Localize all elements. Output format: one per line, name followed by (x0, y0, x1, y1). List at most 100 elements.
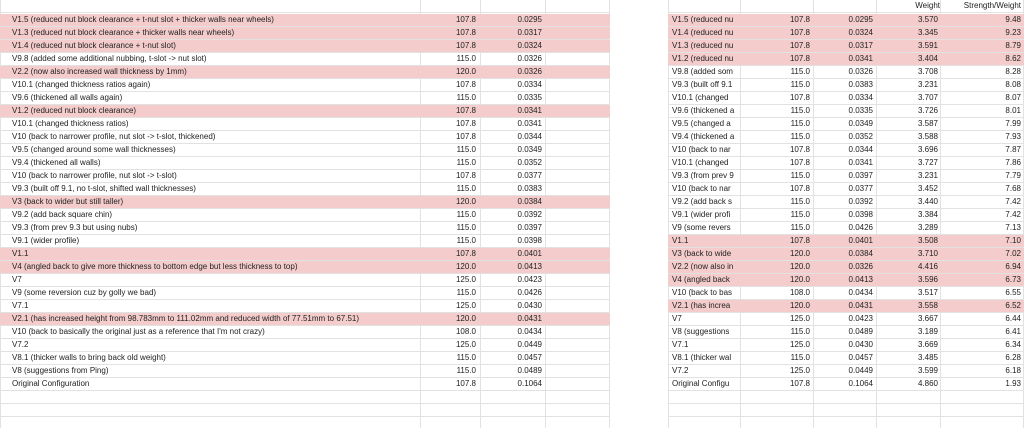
table-row[interactable]: V1.3 (reduced nu 107.8 0.0317 3.591 8.79 (668, 40, 1024, 53)
table-row[interactable]: V2.1 (has increa 120.0 0.0431 3.558 6.52 (668, 300, 1024, 313)
length-cell[interactable]: 107.8 (740, 235, 810, 247)
deflection-cell[interactable]: 0.0489 (813, 326, 873, 338)
version-description-cell[interactable]: V10.1 (changed (672, 157, 740, 169)
deflection-cell[interactable]: 0.0430 (813, 339, 873, 351)
table-row[interactable]: V7 125.0 0.0423 (0, 274, 610, 287)
strength-weight-cell[interactable]: 6.34 (940, 339, 1021, 351)
weight-cell[interactable]: 3.726 (876, 105, 938, 117)
length-cell[interactable]: 107.8 (420, 170, 476, 182)
length-cell[interactable]: 115.0 (420, 222, 476, 234)
length-cell[interactable]: 107.8 (740, 27, 810, 39)
version-description-cell[interactable]: V9.1 (wider profi (672, 209, 740, 221)
deflection-cell[interactable]: 0.0457 (813, 352, 873, 364)
weight-cell[interactable]: 3.517 (876, 287, 938, 299)
deflection-cell[interactable]: 0.0434 (813, 287, 873, 299)
length-cell[interactable]: 107.8 (420, 27, 476, 39)
version-description-cell[interactable]: V2.2 (now also increased wall thickness … (12, 66, 417, 78)
length-cell[interactable]: 115.0 (420, 144, 476, 156)
version-description-cell[interactable]: V7.1 (12, 300, 417, 312)
length-cell[interactable]: 115.0 (420, 365, 476, 377)
version-description-cell[interactable]: V7.1 (672, 339, 740, 351)
table-row[interactable]: V7.2 125.0 0.0449 3.599 6.18 (668, 365, 1024, 378)
length-cell[interactable]: 115.0 (740, 209, 810, 221)
table-row[interactable]: V9.2 (add back square chin) 115.0 0.0392 (0, 209, 610, 222)
deflection-cell[interactable]: 0.0430 (480, 300, 542, 312)
table-row[interactable]: Original Configuration 107.8 0.1064 (0, 378, 610, 391)
strength-weight-cell[interactable]: 9.23 (940, 27, 1021, 39)
deflection-cell[interactable]: 0.0383 (813, 79, 873, 91)
version-description-cell[interactable]: V10.1 (changed thickness ratios) (12, 118, 417, 130)
weight-cell[interactable]: 3.710 (876, 248, 938, 260)
deflection-cell[interactable]: 0.0352 (480, 157, 542, 169)
weight-cell[interactable]: 3.667 (876, 313, 938, 325)
length-cell[interactable]: 125.0 (740, 313, 810, 325)
strength-weight-cell[interactable]: 8.08 (940, 79, 1021, 91)
deflection-cell[interactable]: 0.0401 (813, 235, 873, 247)
weight-cell[interactable]: 3.231 (876, 79, 938, 91)
deflection-cell[interactable]: 0.0326 (813, 261, 873, 273)
weight-cell[interactable]: 3.727 (876, 157, 938, 169)
table-row[interactable]: V10 (back to nar 107.8 0.0344 3.696 7.87 (668, 144, 1024, 157)
deflection-cell[interactable]: 0.0349 (813, 118, 873, 130)
strength-weight-cell[interactable]: 7.87 (940, 144, 1021, 156)
table-row[interactable]: V9 (some revers 115.0 0.0426 3.289 7.13 (668, 222, 1024, 235)
version-description-cell[interactable]: V9 (some reversion cuz by golly we bad) (12, 287, 417, 299)
version-description-cell[interactable]: V10.1 (changed thickness ratios again) (12, 79, 417, 91)
table-row[interactable]: V1.5 (reduced nut block clearance + t-nu… (0, 14, 610, 27)
deflection-cell[interactable]: 0.0317 (480, 27, 542, 39)
weight-cell[interactable]: 3.189 (876, 326, 938, 338)
version-description-cell[interactable]: V3 (back to wide (672, 248, 740, 260)
deflection-cell[interactable]: 0.0392 (480, 209, 542, 221)
table-row[interactable]: V1.1 107.8 0.0401 (0, 248, 610, 261)
version-description-cell[interactable]: V9.1 (wider profile) (12, 235, 417, 247)
version-description-cell[interactable]: V9.5 (changed a (672, 118, 740, 130)
length-cell[interactable]: 115.0 (740, 118, 810, 130)
table-row[interactable]: V7.1 125.0 0.0430 (0, 300, 610, 313)
length-cell[interactable]: 125.0 (740, 339, 810, 351)
length-cell[interactable]: 107.8 (740, 183, 810, 195)
version-description-cell[interactable]: V9.2 (add back s (672, 196, 740, 208)
version-description-cell[interactable]: V9.8 (added some additional nubbing, t-s… (12, 53, 417, 65)
deflection-cell[interactable]: 0.0295 (480, 14, 542, 26)
table-row[interactable]: V9.3 (built off 9.1, no t-slot, shifted … (0, 183, 610, 196)
table-row[interactable]: V10 (back to narrower profile, nut slot … (0, 131, 610, 144)
weight-cell[interactable]: 3.570 (876, 14, 938, 26)
length-cell[interactable]: 115.0 (740, 326, 810, 338)
version-description-cell[interactable]: V2.1 (has increa (672, 300, 740, 312)
table-row[interactable]: V10 (back to basically the original just… (0, 326, 610, 339)
length-cell[interactable]: 120.0 (740, 300, 810, 312)
length-cell[interactable]: 108.0 (420, 326, 476, 338)
version-description-cell[interactable]: V10 (back to nar (672, 183, 740, 195)
weight-cell[interactable]: 3.452 (876, 183, 938, 195)
weight-cell[interactable]: 3.558 (876, 300, 938, 312)
strength-weight-cell[interactable]: 9.48 (940, 14, 1021, 26)
length-cell[interactable]: 107.8 (740, 144, 810, 156)
version-description-cell[interactable]: V1.1 (12, 248, 417, 260)
length-cell[interactable]: 107.8 (420, 79, 476, 91)
table-row[interactable]: V10.1 (changed thickness ratios) 107.8 0.0… (0, 118, 610, 131)
length-cell[interactable]: 107.8 (740, 92, 810, 104)
version-description-cell[interactable]: V8 (suggestions (672, 326, 740, 338)
table-row[interactable]: V9.4 (thickened a 115.0 0.0352 3.588 7.93 (668, 131, 1024, 144)
deflection-cell[interactable]: 0.0413 (813, 274, 873, 286)
length-cell[interactable]: 115.0 (420, 53, 476, 65)
length-cell[interactable]: 107.8 (740, 40, 810, 52)
length-cell[interactable]: 125.0 (420, 339, 476, 351)
weight-cell[interactable]: 3.404 (876, 53, 938, 65)
deflection-cell[interactable]: 0.0426 (813, 222, 873, 234)
table-row[interactable]: V1.4 (reduced nut block clearance + t-nu… (0, 40, 610, 53)
deflection-cell[interactable]: 0.1064 (480, 378, 542, 390)
weight-cell[interactable]: 3.587 (876, 118, 938, 130)
table-row[interactable]: V9 (some reversion cuz by golly we bad) 1… (0, 287, 610, 300)
deflection-cell[interactable]: 0.0344 (480, 131, 542, 143)
deflection-cell[interactable]: 0.0397 (813, 170, 873, 182)
weight-cell[interactable]: 3.289 (876, 222, 938, 234)
table-row[interactable]: V9.2 (add back s 115.0 0.0392 3.440 7.42 (668, 196, 1024, 209)
table-row[interactable]: V4 (angled back to give more thickness t… (0, 261, 610, 274)
table-row[interactable]: V1.2 (reduced nut block clearance) 107.8 0… (0, 105, 610, 118)
strength-weight-cell[interactable]: 8.28 (940, 66, 1021, 78)
length-cell[interactable]: 115.0 (420, 287, 476, 299)
deflection-cell[interactable]: 0.0377 (480, 170, 542, 182)
version-description-cell[interactable]: V2.1 (has increased height from 98.783mm… (12, 313, 417, 325)
table-row[interactable]: V9.1 (wider profi 115.0 0.0398 3.384 7.42 (668, 209, 1024, 222)
